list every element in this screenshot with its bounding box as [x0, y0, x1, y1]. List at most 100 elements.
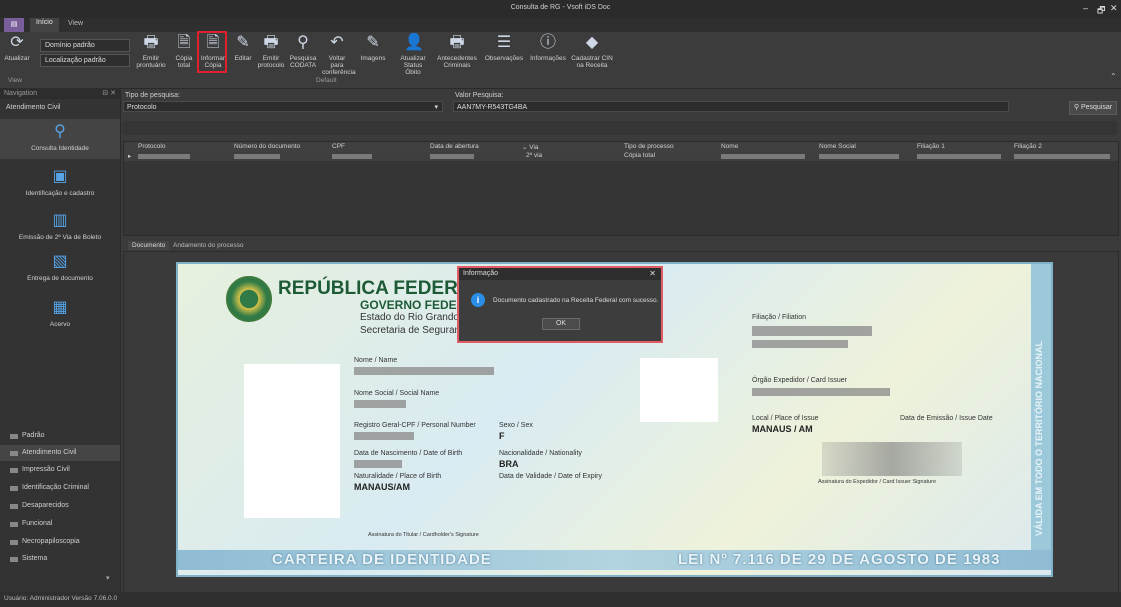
nav-identificacao-cadastro[interactable]: ▣ Identificação e cadastro — [0, 168, 120, 197]
label-issuer-signature: Assinatura do Expedidor / Card Issuer Si… — [818, 479, 937, 485]
label-social: Nome Social / Social Name — [354, 390, 440, 397]
app-menu-button[interactable]: ▤ — [4, 18, 24, 32]
redacted-birth — [354, 460, 402, 468]
close-icon[interactable]: ✕ — [649, 269, 656, 278]
nav-acervo[interactable]: ▦ Acervo — [0, 299, 120, 328]
pesquisa-codata-button[interactable]: ⚲ Pesquisa CODATA — [288, 34, 318, 69]
pin-close-icon[interactable]: ⊟ ✕ — [102, 88, 116, 99]
label-birth: Data de Nascimento / Date of Birth — [354, 450, 463, 457]
redacted-name — [354, 367, 494, 375]
antecedentes-criminais-button[interactable]: 🖶 Antecedentes Criminais — [437, 34, 477, 69]
folder-icon — [10, 504, 18, 509]
voltar-conferencia-button[interactable]: ↶ Voltar para conferência — [322, 34, 356, 76]
nav-consulta-identidade[interactable]: ⚲ Consulta Identidade — [0, 119, 120, 159]
dominio-combo[interactable]: Domínio padrão — [40, 39, 130, 52]
printer-icon: 🖶 — [143, 34, 159, 51]
col-nome[interactable]: Nome — [721, 143, 738, 150]
redacted-cpf-card — [354, 432, 414, 440]
emitir-protocolo-button[interactable]: 🖶 Emitir protocolo — [256, 34, 286, 69]
tab-andamento-processo[interactable]: Andamento do processo — [169, 241, 247, 250]
observacoes-button[interactable]: ☰ Observações — [482, 34, 526, 62]
photo-redacted — [244, 364, 340, 518]
tipo-pesquisa-select[interactable]: Protocolo ▾ — [123, 101, 443, 112]
tab-view[interactable]: View — [68, 20, 83, 27]
nav-list-padrao[interactable]: Padrão — [0, 428, 120, 444]
side-strip: VÁLIDA EM TODO O TERRITÓRIO NACIONAL — [1031, 264, 1051, 550]
label-name: Nome / Name — [354, 357, 398, 364]
nav-list-impressao-civil[interactable]: Impressão Civil — [0, 462, 120, 478]
nav-list-atendimento-civil[interactable]: Atendimento Civil — [0, 445, 120, 461]
emitir-prontuario-button[interactable]: 🖶 Emitir prontuário — [136, 34, 166, 69]
localizacao-combo[interactable]: Localização padrão — [40, 54, 130, 67]
nav-entrega-documento[interactable]: ▧ Entrega de documento — [0, 253, 120, 282]
label-issue-date: Data de Emissão / Issue Date — [900, 415, 993, 422]
window-title: Consulta de RG - Vsoft iDS Doc — [510, 4, 611, 11]
grid-header: Protocolo Número do documento CPF Data d… — [124, 142, 1118, 152]
brasao-seal — [226, 276, 272, 322]
value-place: MANAUS/AM — [354, 482, 410, 492]
nav-section-title: Atendimento Civil — [6, 104, 61, 111]
minimize-button[interactable]: – — [1083, 3, 1088, 13]
value-nationality: BRA — [499, 459, 519, 469]
tab-documento[interactable]: Documento — [128, 241, 170, 250]
atualizar-button[interactable]: ⟳ Atualizar — [2, 34, 32, 62]
folder-icon — [10, 486, 18, 491]
value-sex: F — [499, 431, 505, 441]
person-icon: 👤 — [404, 34, 424, 51]
redacted-issuer — [752, 388, 890, 396]
col-cpf[interactable]: CPF — [332, 143, 345, 150]
maximize-button[interactable]: 🗗 — [1097, 3, 1105, 19]
cadastrar-cin-button[interactable]: ◆ Cadastrar CIN na Receita — [570, 34, 614, 69]
redacted-cpf — [332, 154, 372, 159]
folder-icon — [10, 468, 18, 473]
dialog-title: Informação — [463, 270, 499, 277]
col-filiacao-2[interactable]: Filiação 2 — [1014, 143, 1042, 150]
printer-icon: 🖶 — [263, 34, 279, 51]
col-numero-documento[interactable]: Número do documento — [234, 143, 300, 150]
document-icon: 🗎 — [177, 34, 191, 51]
barcode-icon: ▥ — [52, 212, 68, 229]
dialog-titlebar: Informação — [459, 268, 661, 280]
folder-icon — [10, 434, 18, 439]
col-tipo-processo[interactable]: Tipo de processo — [624, 143, 674, 150]
redacted-social — [354, 400, 406, 408]
label-holder-signature: Assinatura do Titular / Cardholder's Sig… — [368, 532, 479, 538]
valor-pesquisa-input[interactable]: AAN7MY-R543TG4BA — [453, 101, 1009, 112]
info-dialog: Informação ✕ i Documento cadastrado na R… — [457, 266, 663, 343]
issuer-signature-image — [822, 442, 962, 476]
col-nome-social[interactable]: Nome Social — [819, 143, 856, 150]
col-data-abertura[interactable]: Data de abertura — [430, 143, 479, 150]
chevron-down-icon[interactable]: ▾ — [106, 574, 110, 582]
table-row[interactable]: ▸ 2ª via Cópia total — [124, 152, 1118, 161]
info-icon: i — [471, 293, 485, 307]
editar-button[interactable]: ✎ Editar — [228, 34, 258, 62]
tab-inicio[interactable]: Início — [30, 18, 59, 32]
redacted-protocolo — [138, 154, 190, 159]
footer-left-text: CARTEIRA DE IDENTIDADE — [272, 551, 492, 568]
nav-list-identificacao-criminal[interactable]: Identificação Criminal — [0, 480, 120, 496]
value-issue-place: MANAUS / AM — [752, 424, 813, 434]
col-via[interactable]: ⌄ Via — [522, 143, 539, 151]
nav-list-funcional[interactable]: Funcional — [0, 516, 120, 532]
redacted-nome — [721, 154, 805, 159]
row-indicator-icon: ▸ — [128, 153, 132, 160]
nav-emissao-boleto[interactable]: ▥ Emissão de 2ª Via de Boleto — [0, 212, 120, 241]
pesquisar-button[interactable]: ⚲ Pesquisar — [1069, 101, 1117, 115]
nav-list-desaparecidos[interactable]: Desaparecidos — [0, 498, 120, 514]
atualizar-status-obito-button[interactable]: 👤 Atualizar Status Óbito — [396, 34, 430, 76]
informacoes-button[interactable]: ⓘ Informações — [527, 34, 569, 62]
label-nationality: Nacionalidade / Nationality — [499, 450, 582, 457]
collapse-ribbon-icon[interactable]: ⌃ — [1110, 72, 1117, 81]
col-protocolo[interactable]: Protocolo — [138, 143, 165, 150]
navigation-header: Navigation ⊟ ✕ — [0, 88, 120, 99]
imagens-button[interactable]: ✎ Imagens — [358, 34, 388, 62]
close-button[interactable]: ✕ — [1110, 3, 1118, 14]
nav-list-sistema[interactable]: Sistema — [0, 551, 120, 567]
nav-list-necropapiloscopia[interactable]: Necropapiloscopia — [0, 534, 120, 550]
ok-button[interactable]: OK — [542, 318, 580, 330]
search-icon: ⚲ — [54, 123, 66, 140]
copia-total-button[interactable]: 🗎 Cópia total — [169, 34, 199, 69]
col-filiacao-1[interactable]: Filiação 1 — [917, 143, 945, 150]
label-cpf: Registro Geral-CPF / Personal Number — [354, 422, 476, 429]
redacted-documento — [234, 154, 280, 159]
